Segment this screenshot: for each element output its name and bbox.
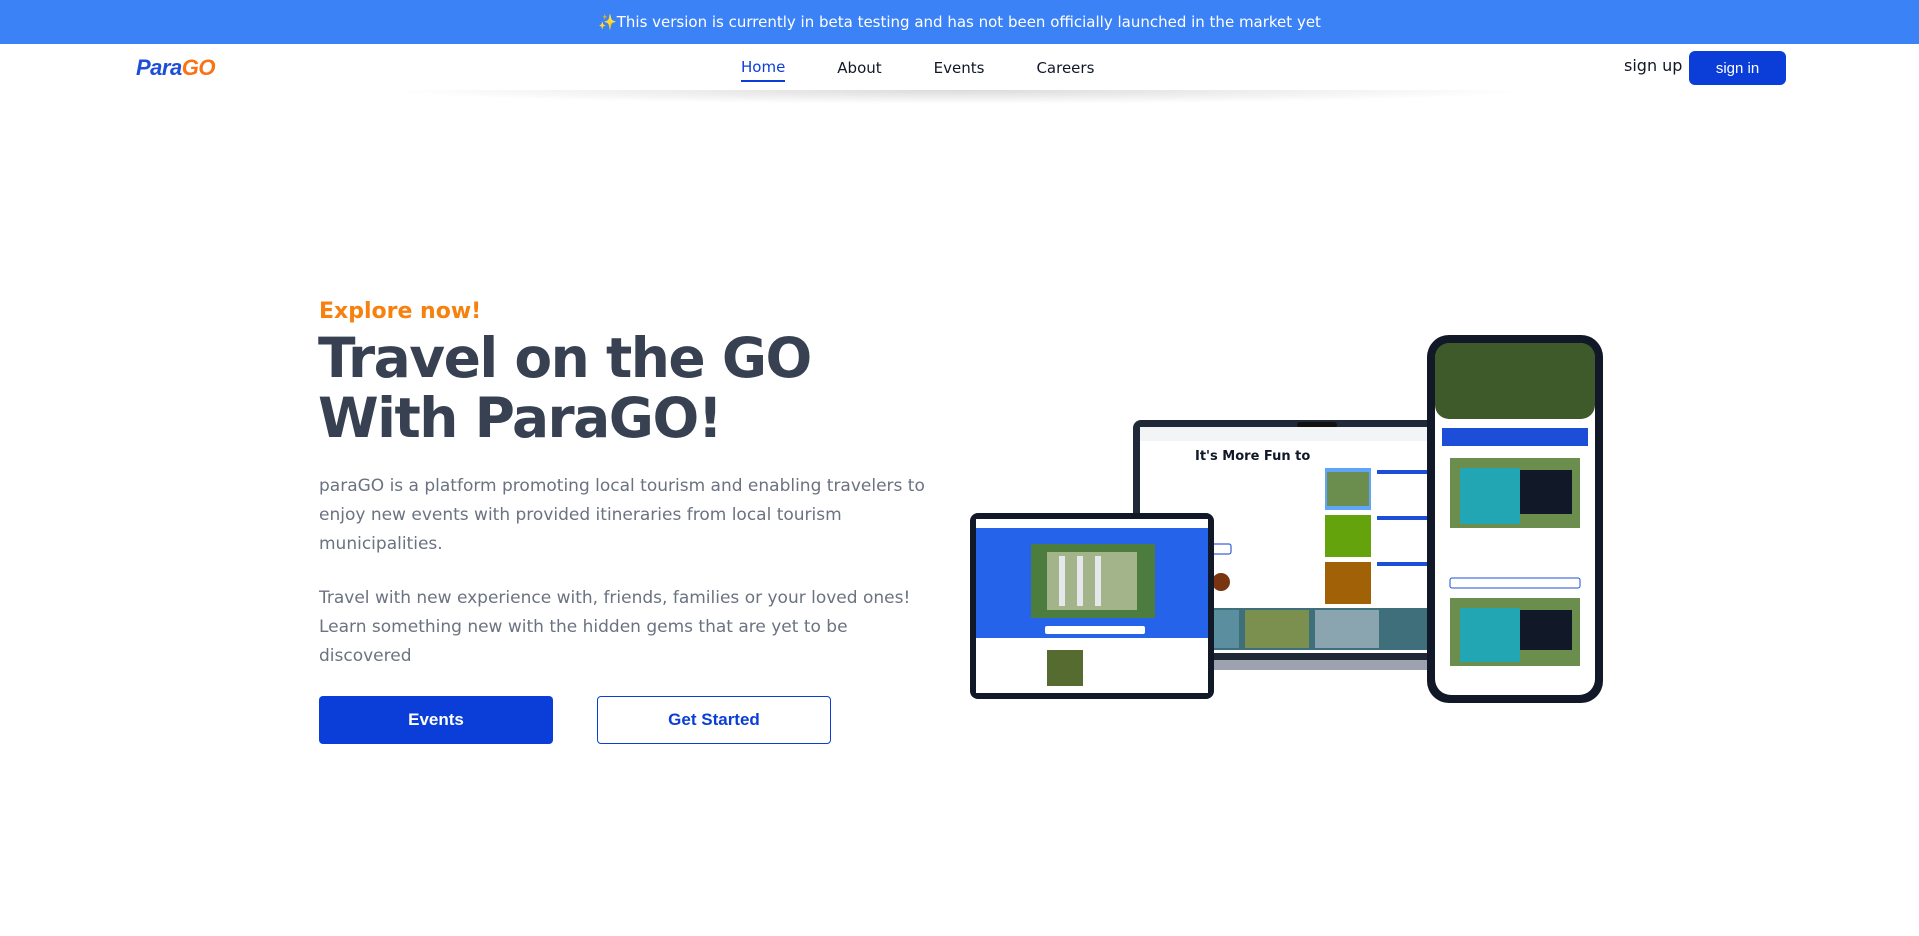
- hero-subdescription: Travel with new experience with, friends…: [319, 588, 911, 666]
- hero-title-line1: Travel on the GO: [318, 326, 812, 390]
- nav-link-events[interactable]: Events: [934, 55, 985, 81]
- tablet-mockup: [970, 513, 1214, 699]
- logo-wordmark-para: Para: [136, 55, 182, 80]
- nav-links: Home About Events Careers: [741, 44, 1146, 92]
- sign-up-link[interactable]: sign up: [1624, 56, 1682, 75]
- logo-wordmark-go: GO: [181, 55, 216, 80]
- events-button[interactable]: Events: [319, 696, 553, 744]
- parago-logo[interactable]: ParaGO: [136, 54, 215, 82]
- hero-title: Travel on the GO With ParaGO!: [318, 328, 878, 448]
- navbar-shadow: [380, 90, 1540, 104]
- hero-description: paraGO is a platform promoting local tou…: [319, 476, 925, 554]
- sign-in-button[interactable]: sign in: [1689, 51, 1786, 85]
- beta-banner: ✨This version is currently in beta testi…: [0, 0, 1919, 44]
- hero-kicker: Explore now!: [319, 299, 482, 324]
- get-started-button[interactable]: Get Started: [597, 696, 831, 744]
- devices-mockup-image: It's More Fun to: [970, 335, 1603, 703]
- hero-title-line2: With ParaGO!: [318, 386, 723, 450]
- laptop-headline: It's More Fun to: [1195, 449, 1310, 464]
- nav-link-careers[interactable]: Careers: [1036, 55, 1094, 81]
- logo-wordmark: ParaGO: [136, 55, 215, 81]
- phone-mockup: [1427, 335, 1603, 703]
- beta-banner-text: ✨This version is currently in beta testi…: [598, 13, 1321, 31]
- top-navbar: ParaGO Home About Events Careers sign up…: [0, 44, 1919, 92]
- nav-link-about[interactable]: About: [837, 55, 881, 81]
- nav-link-home[interactable]: Home: [741, 54, 786, 82]
